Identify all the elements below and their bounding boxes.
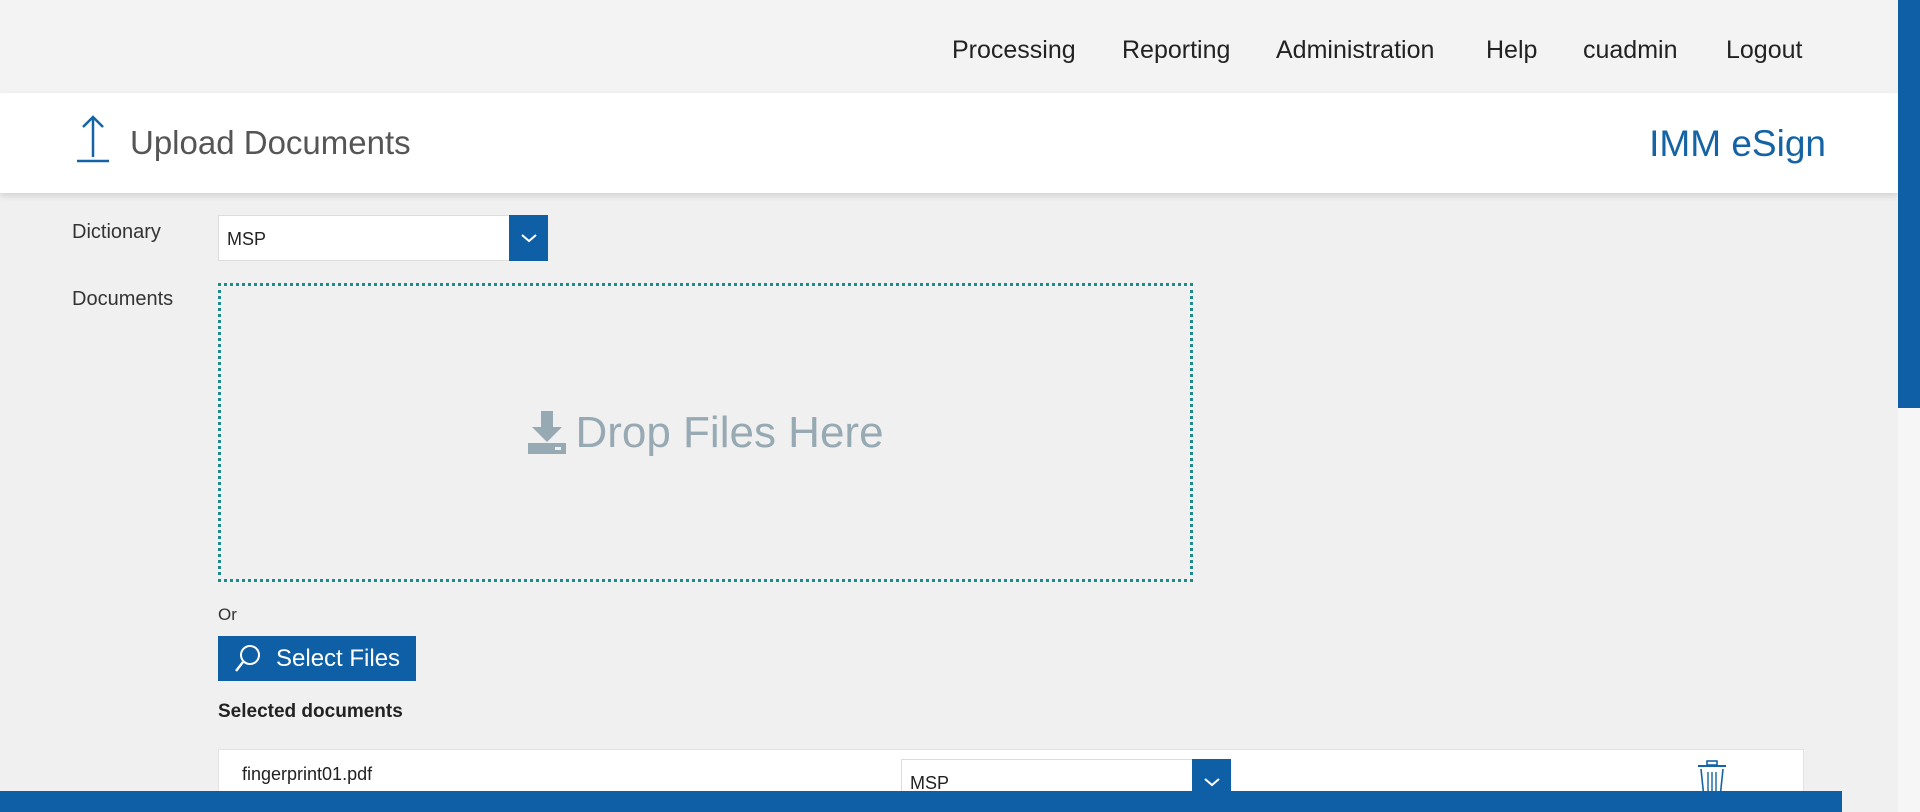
nav-reporting[interactable]: Reporting [1122, 36, 1230, 65]
select-files-button[interactable]: Select Files [218, 636, 416, 681]
drop-files-text: Drop Files Here [575, 407, 884, 457]
footer-bar [0, 791, 1842, 812]
chevron-down-icon[interactable] [509, 215, 548, 261]
search-icon [235, 644, 260, 672]
download-icon [528, 410, 567, 454]
nav-processing[interactable]: Processing [952, 36, 1076, 65]
scrollbar-thumb[interactable] [1898, 0, 1920, 408]
selected-documents-heading: Selected documents [218, 701, 403, 722]
document-name: fingerprint01.pdf [242, 764, 373, 784]
nav-administration[interactable]: Administration [1276, 36, 1434, 65]
nav-logout[interactable]: Logout [1726, 36, 1802, 65]
top-nav: Processing Reporting Administration Help… [0, 0, 1898, 93]
page-title: Upload Documents [130, 124, 411, 161]
documents-label: Documents [72, 288, 174, 310]
upload-icon [77, 115, 109, 163]
file-drop-zone[interactable]: Drop Files Here [218, 283, 1193, 582]
brand-logo[interactable]: IMM eSign [1649, 123, 1826, 165]
select-files-label: Select Files [276, 644, 401, 672]
or-label: Or [218, 605, 237, 624]
dictionary-select[interactable]: MSP [218, 215, 548, 261]
dictionary-select-value: MSP [227, 229, 267, 249]
dictionary-label: Dictionary [72, 221, 161, 243]
page-header: Upload Documents IMM eSign [0, 93, 1898, 193]
nav-help[interactable]: Help [1486, 36, 1537, 65]
nav-user-cuadmin[interactable]: cuadmin [1583, 36, 1678, 65]
